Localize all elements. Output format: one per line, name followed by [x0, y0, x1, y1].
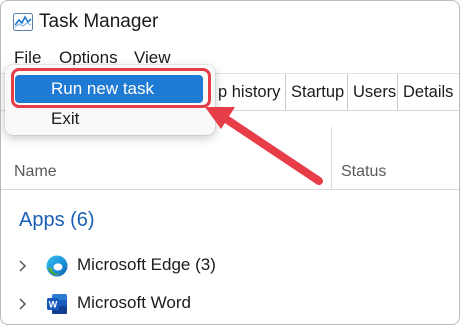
svg-text:W: W — [49, 300, 58, 310]
window-title: Task Manager — [39, 11, 159, 32]
menu-item-exit[interactable]: Exit — [15, 105, 203, 133]
edge-icon — [46, 255, 68, 277]
process-name: Microsoft Word — [77, 293, 191, 312]
group-title-apps: Apps (6) — [19, 209, 95, 231]
tab-details[interactable]: Details — [397, 74, 459, 110]
process-row-edge[interactable]: Microsoft Edge (3) — [1, 248, 459, 284]
annotation-arrow-icon — [205, 107, 323, 185]
column-header-name[interactable]: Name — [14, 163, 57, 181]
task-manager-window: Task Manager File Options View p history… — [0, 0, 460, 325]
task-manager-icon — [13, 13, 33, 31]
tab-users[interactable]: Users — [347, 74, 397, 110]
column-header-status[interactable]: Status — [341, 163, 386, 181]
title-bar: Task Manager — [1, 1, 459, 45]
word-icon: W — [47, 294, 67, 314]
process-row-word[interactable]: W Microsoft Word — [1, 286, 459, 322]
column-divider[interactable] — [331, 127, 332, 189]
expand-chevron-icon[interactable] — [18, 259, 28, 273]
expand-chevron-icon[interactable] — [18, 297, 28, 311]
annotation-highlight-box — [11, 68, 211, 108]
process-name: Microsoft Edge (3) — [77, 255, 216, 274]
